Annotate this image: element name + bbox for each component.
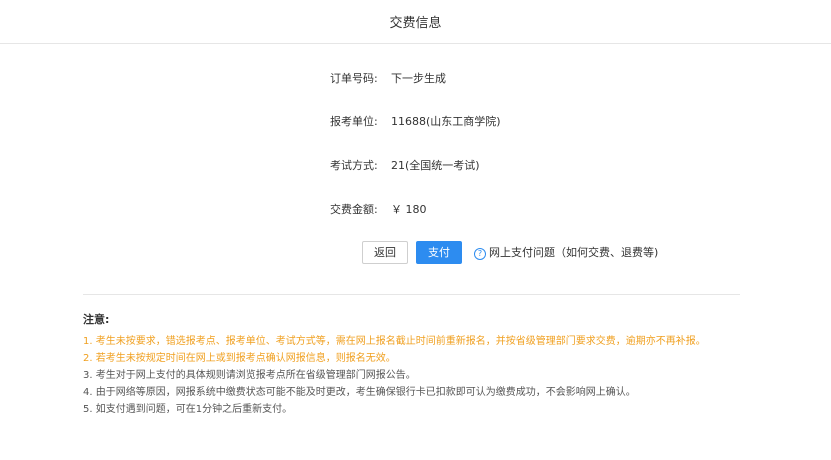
- notice-item: 1. 考生未按要求，错选报考点、报考单位、考试方式等，需在网上报名截止时间前重新…: [83, 336, 706, 347]
- notice-title: 注意:: [83, 313, 110, 326]
- payment-info-page: 交费信息 订单号码: 下一步生成 报考单位: 11688(山东工商学院) 考试方式:…: [0, 0, 831, 460]
- section-divider: [83, 294, 740, 295]
- order-number-row: 订单号码: 下一步生成: [330, 72, 446, 86]
- exam-method-label: 考试方式:: [330, 159, 378, 172]
- exam-method-value: 21(全国统一考试): [391, 159, 480, 172]
- page-title: 交费信息: [389, 16, 442, 31]
- payment-amount-row: 交费金额: ￥ 180: [330, 203, 427, 217]
- payment-amount-label: 交费金额:: [330, 203, 378, 216]
- notice-item: 4. 由于网络等原因，网报系统中缴费状态可能不能及时更改，考生确保银行卡已扣款即…: [83, 387, 636, 398]
- payment-help-label: 网上支付问题（如何交费、退费等): [489, 246, 659, 259]
- notice-item: 2. 若考生未按规定时间在网上或到报考点确认网报信息，则报名无效。: [83, 353, 396, 364]
- notice-item: 5. 如支付遇到问题，可在1分钟之后重新支付。: [83, 404, 293, 415]
- question-circle-icon: ?: [474, 248, 486, 260]
- exam-unit-row: 报考单位: 11688(山东工商学院): [330, 115, 501, 129]
- exam-method-row: 考试方式: 21(全国统一考试): [330, 159, 480, 173]
- page-header: 交费信息: [0, 0, 831, 44]
- exam-unit-label: 报考单位:: [330, 115, 378, 128]
- payment-help-link[interactable]: ? 网上支付问题（如何交费、退费等): [474, 246, 658, 260]
- back-button[interactable]: 返回: [362, 241, 408, 264]
- order-number-value: 下一步生成: [391, 72, 446, 85]
- payment-amount-value: ￥ 180: [391, 203, 427, 216]
- order-number-label: 订单号码:: [330, 72, 378, 85]
- exam-unit-value: 11688(山东工商学院): [391, 115, 501, 128]
- notice-item: 3. 考生对于网上支付的具体规则请浏览报考点所在省级管理部门网报公告。: [83, 370, 416, 381]
- pay-button[interactable]: 支付: [416, 241, 462, 264]
- notice-list: 1. 考生未按要求，错选报考点、报考单位、考试方式等，需在网上报名截止时间前重新…: [83, 333, 803, 418]
